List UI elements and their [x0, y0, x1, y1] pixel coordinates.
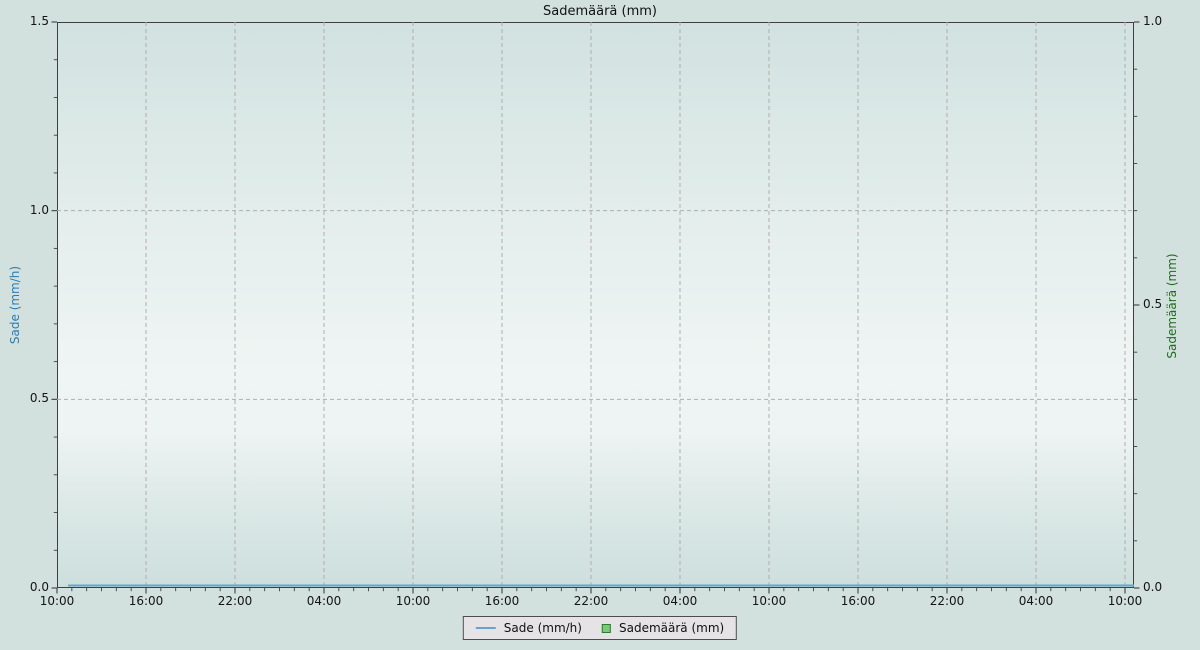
precipitation-chart: Sademäärä (mm) Sade (mm/h) Sademäärä (mm…	[0, 0, 1200, 650]
right-tick-label: 1.0	[1143, 14, 1162, 28]
x-tick-label: 22:00	[218, 594, 253, 608]
x-tick-label: 10:00	[1108, 594, 1143, 608]
right-axis-label: Sademäärä (mm)	[1165, 253, 1179, 358]
square-swatch-icon	[602, 624, 611, 633]
x-tick-label: 16:00	[129, 594, 164, 608]
x-tick-label: 16:00	[841, 594, 876, 608]
chart-title: Sademäärä (mm)	[0, 4, 1200, 19]
right-tick-label: 0.5	[1143, 297, 1162, 311]
right-tick-label: 0.0	[1143, 580, 1162, 594]
legend-label-sade: Sade (mm/h)	[504, 621, 582, 635]
x-tick-label: 10:00	[396, 594, 431, 608]
x-tick-label: 04:00	[1019, 594, 1054, 608]
x-tick-label: 22:00	[574, 594, 609, 608]
x-tick-label: 16:00	[485, 594, 520, 608]
x-tick-label: 22:00	[930, 594, 965, 608]
left-tick-label: 0.5	[0, 391, 49, 405]
line-swatch-icon	[476, 627, 496, 629]
left-tick-label: 1.0	[0, 203, 49, 217]
x-tick-label: 04:00	[307, 594, 342, 608]
x-tick-label: 10:00	[752, 594, 787, 608]
legend-item-sade: Sade (mm/h)	[476, 621, 582, 635]
legend-item-sademaara: Sademäärä (mm)	[602, 621, 724, 635]
legend-label-sademaara: Sademäärä (mm)	[619, 621, 724, 635]
x-tick-label: 10:00	[40, 594, 75, 608]
x-tick-label: 04:00	[663, 594, 698, 608]
left-tick-label: 0.0	[0, 580, 49, 594]
left-axis-label: Sade (mm/h)	[8, 266, 22, 344]
legend: Sade (mm/h) Sademäärä (mm)	[463, 616, 737, 640]
left-tick-label: 1.5	[0, 14, 49, 28]
plot-area	[57, 22, 1134, 588]
